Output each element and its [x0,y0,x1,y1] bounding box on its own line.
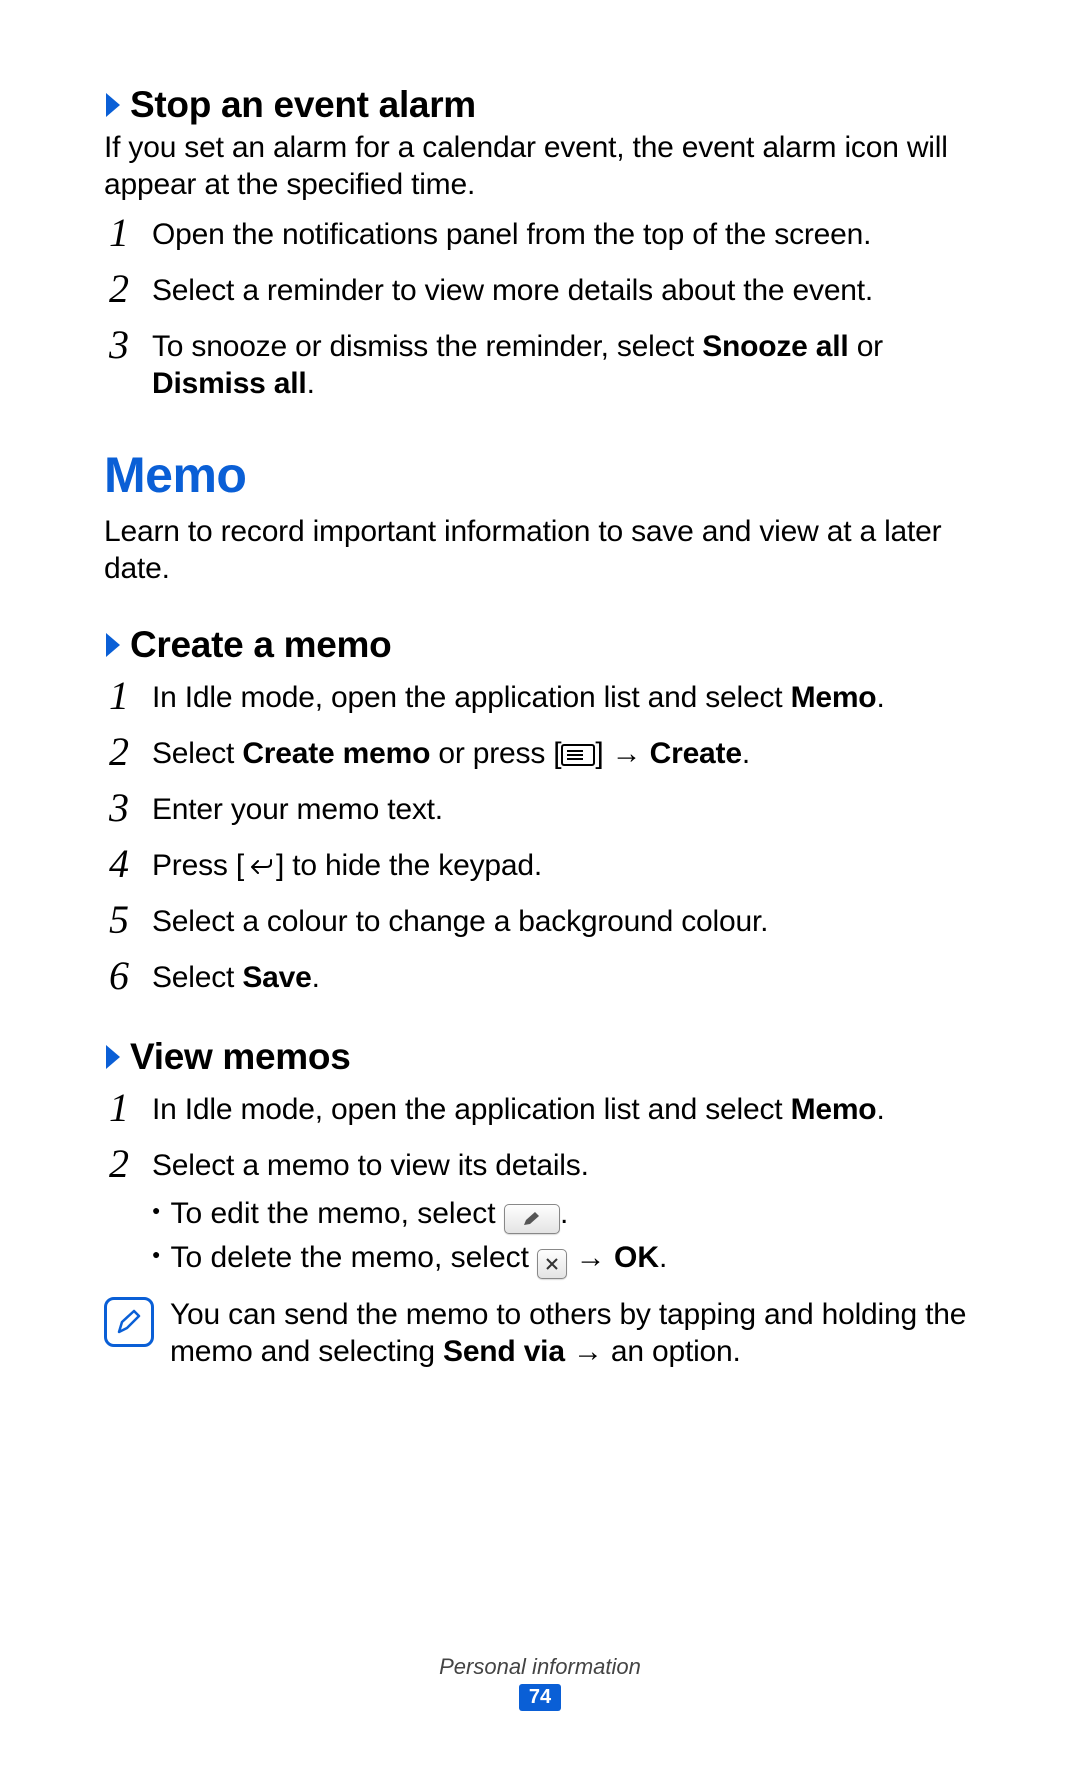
sub-bullets: ● To edit the memo, select . ● To delete… [152,1194,990,1280]
step-text: Select Save. [152,960,320,997]
text: . [876,1093,884,1126]
list-item: 2 Select a reminder to view more details… [104,273,990,313]
text: . [307,367,315,400]
steps-list-stop-alarm: 1 Open the notifications panel from the … [104,217,990,402]
text: To delete the memo, select [170,1241,537,1274]
text: Select [152,961,242,994]
list-item: 1 Open the notifications panel from the … [104,217,990,257]
bullet-text: To edit the memo, select . [170,1194,568,1235]
text: Select [152,737,242,770]
note-text: You can send the memo to others by tappi… [170,1297,990,1370]
subsection-title: Stop an event alarm [130,84,476,126]
subsection-view-memos-heading: View memos [104,1036,990,1078]
step-number: 1 [104,676,134,716]
step-number: 4 [104,844,134,884]
step-number: 2 [104,732,134,772]
text: → [567,1241,614,1274]
list-item: 5 Select a colour to change a background… [104,904,990,944]
text: or press [ [430,737,561,770]
footer-category: Personal information [0,1654,1080,1680]
list-item: 3 Enter your memo text. [104,792,990,832]
text: To edit the memo, select [170,1197,504,1230]
text: . [312,961,320,994]
steps-list-view: 1 In Idle mode, open the application lis… [104,1092,990,1371]
list-item: 2 Select a memo to view its details. [104,1148,990,1188]
bold-text: Memo [791,681,877,714]
text: In Idle mode, open the application list … [152,1093,791,1126]
text: . [742,737,750,770]
step-number: 2 [104,1144,134,1184]
text: ] to hide the keypad. [276,849,542,882]
bold-text: Snooze all [702,330,848,363]
bold-text: Create [650,737,742,770]
step-text: Open the notifications panel from the to… [152,217,871,254]
list-item: 4 Press [] to hide the keypad. [104,848,990,888]
page-footer: Personal information 74 [0,1654,1080,1711]
step-text: Select a colour to change a background c… [152,904,768,941]
step-text: In Idle mode, open the application list … [152,1092,885,1129]
subsection-stop-alarm-heading: Stop an event alarm [104,84,990,126]
list-item: 1 In Idle mode, open the application lis… [104,680,990,720]
step-number: 3 [104,325,134,365]
list-item: 1 In Idle mode, open the application lis… [104,1092,990,1132]
bullet-icon: ● [152,1194,160,1226]
bullet-icon: ● [152,1238,160,1270]
step-text: Enter your memo text. [152,792,443,829]
bold-text: OK [614,1241,659,1274]
section-title-memo: Memo [104,446,990,504]
intro-paragraph: Learn to record important information to… [104,514,990,587]
text: . [560,1197,568,1230]
chevron-right-icon [104,1039,124,1075]
steps-list-create: 1 In Idle mode, open the application lis… [104,680,990,1000]
text: . [876,681,884,714]
subsection-title: Create a memo [130,624,391,666]
step-number: 3 [104,788,134,828]
step-text: To snooze or dismiss the reminder, selec… [152,329,990,402]
step-number: 1 [104,213,134,253]
step-text: In Idle mode, open the application list … [152,680,885,717]
note-callout: You can send the memo to others by tappi… [104,1297,990,1370]
text: . [659,1241,667,1274]
note-info-icon [104,1297,154,1347]
bold-text: Save [242,961,311,994]
list-item: 3 To snooze or dismiss the reminder, sel… [104,329,990,402]
step-number: 5 [104,900,134,940]
text: → an option. [565,1335,741,1368]
step-text: Press [ ] to hide the keypad. [152,848,542,885]
bold-text: Send via [443,1335,565,1368]
text: or [849,330,883,363]
text: ] → [595,737,649,770]
step-text: Select a memo to view its details. [152,1148,589,1185]
bullet-text: To delete the memo, select → OK. [170,1238,667,1279]
back-key-icon [244,856,276,878]
delete-x-icon [537,1249,567,1279]
step-text: Select Create memo or press [ ] → Create. [152,736,750,773]
chevron-right-icon [104,87,124,123]
subsection-create-memo-heading: Create a memo [104,624,990,666]
subsection-title: View memos [130,1036,350,1078]
bold-text: Dismiss all [152,367,307,400]
text: Press [ [152,849,244,882]
page-content: Stop an event alarm If you set an alarm … [0,0,1080,1370]
list-item: 2 Select Create memo or press [] → Creat… [104,736,990,776]
text: In Idle mode, open the application list … [152,681,791,714]
list-item: ● To delete the memo, select → OK. [152,1238,990,1279]
bold-text: Memo [791,1093,877,1126]
intro-paragraph: If you set an alarm for a calendar event… [104,130,990,203]
step-number: 1 [104,1088,134,1128]
step-text: Select a reminder to view more details a… [152,273,873,310]
edit-pencil-icon [504,1204,560,1234]
list-item: ● To edit the memo, select . [152,1194,990,1235]
menu-key-icon [561,744,595,766]
step-number: 6 [104,956,134,996]
list-item: 6 Select Save. [104,960,990,1000]
text: To snooze or dismiss the reminder, selec… [152,330,702,363]
step-number: 2 [104,269,134,309]
page-number: 74 [519,1684,561,1711]
chevron-right-icon [104,627,124,663]
bold-text: Create memo [242,737,430,770]
